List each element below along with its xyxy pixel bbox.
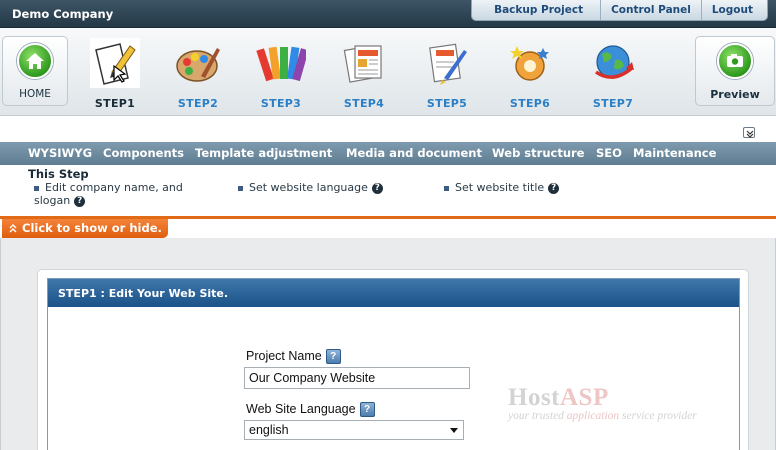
this-step-title: This Step: [28, 167, 89, 181]
language-label: Web Site Language: [246, 402, 356, 416]
task-edit-company[interactable]: Edit company name, and slogan?: [34, 181, 204, 207]
step-6-label: STEP6: [509, 97, 551, 110]
watermark-brand: HostASP: [508, 384, 609, 411]
home-icon: [17, 43, 53, 79]
tab-media-and-document[interactable]: Media and document: [346, 146, 482, 160]
tab-wysiwyg[interactable]: WYSIWYG: [28, 146, 92, 160]
bullet-icon: [34, 185, 39, 191]
help-icon[interactable]: ?: [359, 402, 375, 418]
panel-header: STEP1 : Edit Your Web Site.: [48, 279, 739, 307]
help-icon[interactable]: ?: [74, 195, 86, 207]
step-7-label: STEP7: [592, 97, 634, 110]
paint-palette-icon: [173, 38, 223, 88]
collapse-toggle[interactable]: [743, 127, 755, 138]
globe-icon: [588, 38, 638, 88]
step-6[interactable]: STEP6: [495, 38, 565, 110]
gear-stars-icon: [505, 38, 555, 88]
task-set-title[interactable]: Set website title?: [444, 181, 560, 194]
document-brush-icon: [422, 38, 472, 88]
step-2-label: STEP2: [177, 97, 219, 110]
language-select[interactable]: english: [244, 420, 464, 440]
tab-components[interactable]: Components: [103, 146, 184, 160]
camera-icon: [717, 43, 753, 79]
preview-button[interactable]: Preview: [695, 36, 775, 106]
task-edit-company-label: Edit company name, and slogan: [34, 181, 183, 207]
step-3-label: STEP3: [260, 97, 302, 110]
step-bar: HOME STEP1 STEP2 STEP3 STEP4 STEP5 STEP6…: [0, 28, 776, 116]
show-hide-toggle[interactable]: Click to show or hide.: [2, 219, 168, 238]
language-selected-value: english: [249, 423, 289, 437]
step-4-label: STEP4: [343, 97, 385, 110]
documents-icon: [339, 38, 389, 88]
this-step-panel: This Step Edit company name, and slogan?…: [0, 165, 776, 217]
watermark-tagline: your trusted application service provide…: [508, 410, 697, 422]
task-set-title-label: Set website title: [455, 181, 545, 194]
step-1-label: STEP1: [94, 97, 136, 110]
step-4[interactable]: STEP4: [329, 38, 399, 110]
step-3[interactable]: STEP3: [246, 38, 316, 110]
dropdown-arrow-icon: [450, 428, 458, 433]
tab-maintenance[interactable]: Maintenance: [633, 146, 716, 160]
task-set-language[interactable]: Set website language?: [238, 181, 383, 194]
task-set-language-label: Set website language: [249, 181, 368, 194]
step-7[interactable]: STEP7: [578, 38, 648, 110]
step-5[interactable]: STEP5: [412, 38, 482, 110]
show-hide-label: Click to show or hide.: [22, 221, 162, 235]
tab-seo[interactable]: SEO: [596, 146, 622, 160]
hostasp-watermark: HostASP your trusted application service…: [508, 384, 697, 422]
pencil-paper-icon: [90, 38, 140, 88]
project-name-input[interactable]: [244, 367, 470, 389]
step-2[interactable]: STEP2: [163, 38, 233, 110]
top-bar: Demo Company Backup Project Control Pane…: [0, 0, 776, 28]
company-name: Demo Company: [12, 7, 114, 21]
step-5-label: STEP5: [426, 97, 468, 110]
tab-template-adjustment[interactable]: Template adjustment: [195, 146, 332, 160]
preview-label: Preview: [710, 88, 760, 101]
project-name-field-label: Project Name?: [246, 349, 341, 365]
top-links: Backup Project Control Panel Logout: [471, 0, 768, 21]
bullet-icon: [444, 185, 449, 191]
step-1[interactable]: STEP1: [80, 38, 150, 110]
home-label: HOME: [19, 88, 51, 100]
backup-project-link[interactable]: Backup Project: [472, 0, 602, 20]
language-field-label: Web Site Language?: [246, 402, 375, 418]
panel-title: STEP1 : Edit Your Web Site.: [58, 287, 229, 300]
tab-navigation: WYSIWYG Components Template adjustment M…: [0, 142, 776, 165]
bullet-icon: [238, 185, 243, 191]
toolbar-strip: [0, 116, 776, 142]
help-icon[interactable]: ?: [325, 349, 341, 365]
help-icon[interactable]: ?: [371, 182, 383, 194]
chevron-down-icon: [746, 130, 754, 138]
project-name-label: Project Name: [246, 349, 322, 363]
chevron-up-icon: [9, 224, 17, 233]
control-panel-link[interactable]: Control Panel: [601, 0, 702, 20]
tab-web-structure[interactable]: Web structure: [492, 146, 584, 160]
color-swatches-icon: [256, 38, 309, 88]
help-icon[interactable]: ?: [548, 182, 560, 194]
logout-link[interactable]: Logout: [702, 0, 767, 20]
home-button[interactable]: HOME: [2, 36, 68, 106]
